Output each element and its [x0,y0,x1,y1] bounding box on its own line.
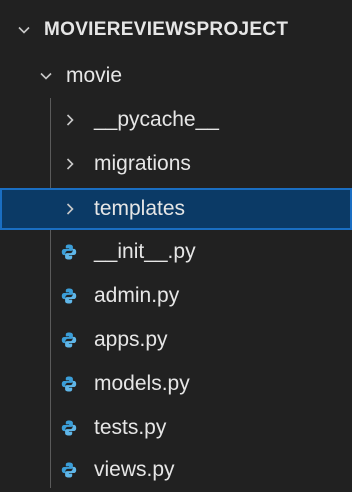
chevron-right-icon[interactable] [62,156,80,172]
file-row-init[interactable]: __init__.py [0,230,352,274]
file-label-apps: apps.py [94,328,168,351]
python-file-icon [60,375,78,393]
chevron-down-icon[interactable] [16,22,34,38]
python-file-icon [60,287,78,305]
python-file-icon [60,419,78,437]
file-row-views[interactable]: views.py [0,448,352,492]
file-label-init: __init__.py [94,240,196,263]
python-file-icon [60,331,78,349]
folder-label-templates: templates [94,197,186,220]
folder-row-pycache[interactable]: __pycache__ [0,98,352,142]
folder-label-movie: movie [66,64,123,87]
chevron-down-icon[interactable] [38,68,56,84]
project-title: MOVIEREVIEWSPROJECT [44,19,289,40]
folder-label-migrations: migrations [94,152,191,175]
python-file-icon [60,461,78,479]
file-row-admin[interactable]: admin.py [0,274,352,318]
file-row-apps[interactable]: apps.py [0,318,352,362]
folder-row-movie[interactable]: movie [0,54,352,98]
folder-label-pycache: __pycache__ [94,108,219,131]
file-row-models[interactable]: models.py [0,362,352,406]
project-root-row[interactable]: MOVIEREVIEWSPROJECT [0,8,352,52]
folder-row-migrations[interactable]: migrations [0,142,352,186]
file-row-tests[interactable]: tests.py [0,406,352,450]
file-explorer: MOVIEREVIEWSPROJECT movie __pycache__ mi… [0,0,352,492]
file-label-models: models.py [94,372,190,395]
python-file-icon [60,243,78,261]
chevron-right-icon[interactable] [62,201,80,217]
folder-row-templates[interactable]: templates [0,188,352,230]
file-label-tests: tests.py [94,416,167,439]
file-label-views: views.py [94,458,175,481]
file-label-admin: admin.py [94,284,180,307]
chevron-right-icon[interactable] [62,112,80,128]
